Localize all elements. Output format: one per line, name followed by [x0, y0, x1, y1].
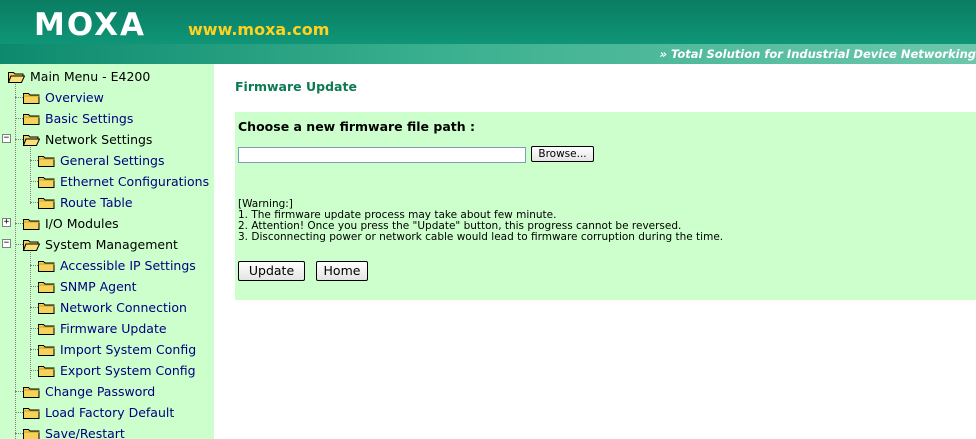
sidebar-item-label: SNMP Agent	[60, 279, 137, 294]
sidebar-item-basic-settings[interactable]: Basic Settings	[23, 108, 133, 129]
sidebar-item-label: Export System Config	[60, 363, 196, 378]
folder-icon	[38, 365, 55, 377]
folder-icon	[23, 113, 40, 125]
firmware-update-panel: Choose a new firmware file path : Browse…	[235, 112, 976, 300]
sidebar-item-accessible-ip-settings[interactable]: Accessible IP Settings	[38, 255, 196, 276]
sidebar-item-network-connection[interactable]: Network Connection	[38, 297, 187, 318]
sidebar-item-label: Import System Config	[60, 342, 197, 357]
tree-line	[30, 147, 31, 204]
main-menu-root[interactable]: Main Menu - E4200	[8, 66, 150, 87]
sidebar-item-save-restart[interactable]: Save/Restart	[23, 423, 125, 439]
tree-line	[30, 286, 38, 287]
sidebar-item-label: System Management	[45, 237, 178, 252]
firmware-file-input[interactable]	[238, 147, 526, 163]
tree-line	[30, 252, 31, 379]
sidebar-item-label: Overview	[45, 90, 104, 105]
sidebar-item-label: Ethernet Configurations	[60, 174, 210, 189]
expand-icon[interactable]: +	[2, 218, 11, 227]
sidebar-item-label: Save/Restart	[45, 426, 125, 439]
main-menu-sidebar: Main Menu - E4200 Overview Basic Settings N…	[0, 64, 214, 439]
folder-icon	[38, 281, 55, 293]
tagline-text: » Total Solution for Industrial Device N…	[659, 47, 976, 61]
moxa-logo: MOXA	[34, 7, 146, 43]
sidebar-item-i-o-modules[interactable]: I/O Modules	[23, 213, 119, 234]
tree-line	[15, 244, 23, 245]
sidebar-item-change-password[interactable]: Change Password	[23, 381, 155, 402]
tree-line	[30, 160, 38, 161]
folder-icon	[23, 386, 40, 398]
file-path-heading: Choose a new firmware file path :	[238, 119, 475, 134]
sidebar-item-label: Main Menu - E4200	[30, 69, 151, 84]
tagline-bar: » Total Solution for Industrial Device N…	[0, 44, 976, 64]
folder-open-icon	[23, 134, 40, 146]
folder-icon	[38, 155, 55, 167]
sidebar-item-label: General Settings	[60, 153, 165, 168]
tree-line	[15, 139, 23, 140]
tree-line	[30, 307, 38, 308]
collapse-icon[interactable]: −	[2, 239, 11, 248]
sidebar-item-label: Change Password	[45, 384, 156, 399]
tree-line	[15, 391, 23, 392]
sidebar-item-label: Network Connection	[60, 300, 187, 315]
page-title: Firmware Update	[235, 79, 357, 94]
tree-line	[15, 84, 16, 439]
folder-icon	[38, 323, 55, 335]
sidebar-item-overview[interactable]: Overview	[23, 87, 104, 108]
update-button[interactable]: Update	[238, 261, 305, 281]
sidebar-item-label: Accessible IP Settings	[60, 258, 196, 273]
sidebar-item-label: Load Factory Default	[45, 405, 175, 420]
sidebar-item-load-factory-default[interactable]: Load Factory Default	[23, 402, 174, 423]
tree-line	[15, 97, 23, 98]
tree-line	[15, 118, 23, 119]
moxa-url: www.moxa.com	[188, 20, 330, 39]
folder-icon	[38, 344, 55, 356]
sidebar-item-route-table[interactable]: Route Table	[38, 192, 133, 213]
header-top-bar	[0, 0, 976, 44]
folder-icon	[23, 428, 40, 439]
tree-line	[15, 412, 23, 413]
folder-open-icon	[8, 71, 25, 83]
sidebar-item-firmware-update[interactable]: Firmware Update	[38, 318, 167, 339]
sidebar-item-label: Firmware Update	[60, 321, 167, 336]
collapse-icon[interactable]: −	[2, 134, 11, 143]
tree-line	[30, 265, 38, 266]
tree-line	[30, 349, 38, 350]
warning-line: 3. Disconnecting power or network cable …	[238, 231, 724, 243]
folder-open-icon	[23, 239, 40, 251]
tree-line	[30, 370, 38, 371]
sidebar-item-export-system-config[interactable]: Export System Config	[38, 360, 196, 381]
sidebar-item-snmp-agent[interactable]: SNMP Agent	[38, 276, 137, 297]
tree-line	[30, 181, 38, 182]
warning-text: [Warning:] 1. The firmware update proces…	[238, 199, 723, 243]
tree-line	[15, 223, 23, 224]
folder-icon	[38, 197, 55, 209]
sidebar-item-label: Route Table	[60, 195, 133, 210]
folder-icon	[23, 92, 40, 104]
sidebar-item-label: Network Settings	[45, 132, 153, 147]
sidebar-item-system-management[interactable]: System Management	[23, 234, 178, 255]
folder-icon	[23, 218, 40, 230]
header-banner: MOXA www.moxa.com » Total Solution for I…	[0, 0, 976, 64]
sidebar-item-ethernet-configurations[interactable]: Ethernet Configurations	[38, 171, 209, 192]
sidebar-item-general-settings[interactable]: General Settings	[38, 150, 165, 171]
folder-icon	[23, 407, 40, 419]
tree-line	[30, 202, 38, 203]
sidebar-item-import-system-config[interactable]: Import System Config	[38, 339, 196, 360]
home-button[interactable]: Home	[316, 261, 368, 281]
folder-icon	[38, 302, 55, 314]
sidebar-item-network-settings[interactable]: Network Settings	[23, 129, 152, 150]
sidebar-item-label: I/O Modules	[45, 216, 119, 231]
folder-icon	[38, 260, 55, 272]
folder-icon	[38, 176, 55, 188]
browse-button[interactable]: Browse...	[531, 146, 594, 162]
tree-line	[15, 433, 23, 434]
tree-line	[30, 328, 38, 329]
sidebar-item-label: Basic Settings	[45, 111, 134, 126]
